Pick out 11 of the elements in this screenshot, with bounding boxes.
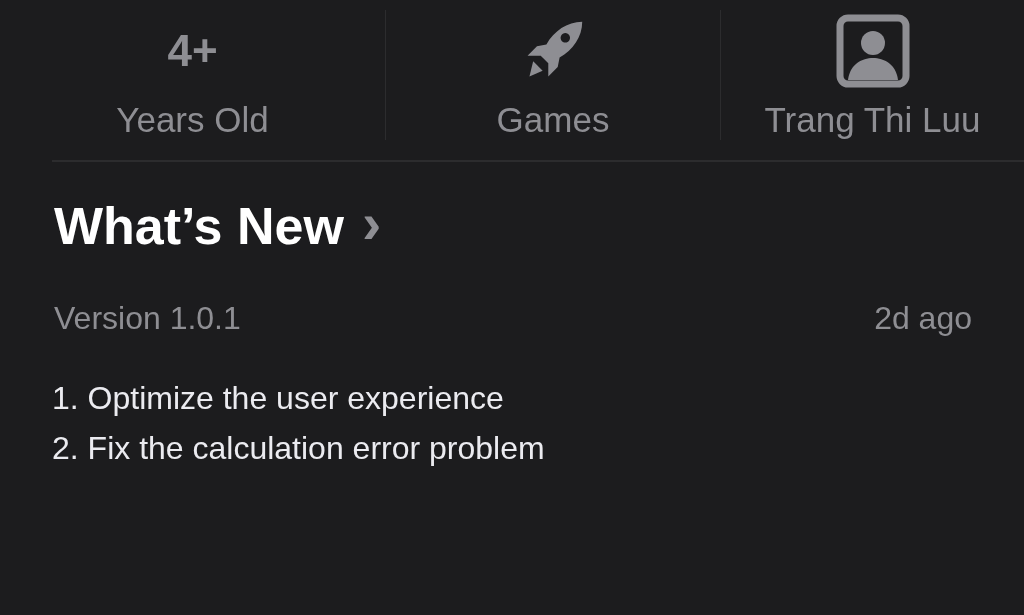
release-note: 2. Fix the calculation error problem bbox=[52, 429, 546, 468]
info-label: Trang Thi Luu bbox=[764, 100, 981, 140]
release-date: 2d ago bbox=[874, 300, 972, 337]
chevron-icon[interactable]: › bbox=[361, 194, 382, 252]
info-label: Years Old bbox=[116, 100, 269, 140]
age-rating: 4+ bbox=[167, 26, 218, 76]
section-title: What’s New bbox=[54, 196, 344, 256]
info-label: Games bbox=[496, 100, 610, 140]
version-number: Version 1.0.1 bbox=[54, 300, 241, 337]
person-icon bbox=[835, 14, 910, 88]
release-note: 1. Optimize the user experience bbox=[52, 379, 505, 418]
